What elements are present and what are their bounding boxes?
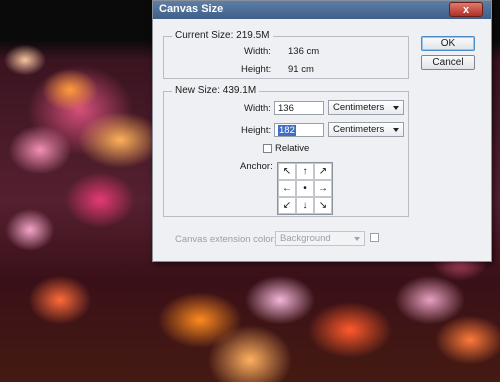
height-input-value: 182 <box>278 125 296 136</box>
height-input[interactable]: 182 <box>274 123 324 137</box>
extension-color-select[interactable]: Background <box>275 231 365 246</box>
arrow-down-icon: ↓ <box>302 200 308 211</box>
extension-color-label: Canvas extension color: <box>175 234 277 245</box>
close-icon: x <box>462 3 470 16</box>
new-size-title: New Size: 439.1M <box>172 85 260 96</box>
dot-icon: • <box>303 183 307 194</box>
new-width-label: Width: <box>244 103 271 114</box>
anchor-left[interactable]: ← <box>278 180 296 197</box>
canvas-size-dialog: Canvas Size x Current Size: 219.5M Width… <box>152 0 492 262</box>
arrow-down-left-icon: ↙ <box>282 200 292 211</box>
anchor-top-right[interactable]: ↗ <box>314 163 332 180</box>
new-height-label: Height: <box>241 125 272 136</box>
anchor-top[interactable]: ↑ <box>296 163 314 180</box>
extension-color-swatch[interactable] <box>370 233 379 242</box>
anchor-right[interactable]: → <box>314 180 332 197</box>
anchor-bottom[interactable]: ↓ <box>296 197 314 214</box>
arrow-up-left-icon: ↖ <box>282 166 292 177</box>
width-input-value: 136 <box>278 103 294 114</box>
ok-button[interactable]: OK <box>421 36 475 51</box>
title-bar[interactable]: Canvas Size x <box>153 1 491 19</box>
current-width-label: Width: <box>244 46 271 57</box>
cancel-button[interactable]: Cancel <box>421 55 475 70</box>
current-size-group: Current Size: 219.5M Width: 136 cm Heigh… <box>163 30 409 79</box>
arrow-down-right-icon: ↘ <box>318 200 328 211</box>
arrow-left-icon: ← <box>282 183 292 194</box>
relative-label: Relative <box>275 143 310 154</box>
chevron-down-icon <box>393 106 399 110</box>
anchor-label: Anchor: <box>240 161 273 172</box>
arrow-right-icon: → <box>318 183 328 194</box>
current-width-value: 136 cm <box>288 46 320 57</box>
arrow-up-right-icon: ↗ <box>318 166 328 177</box>
dialog-title: Canvas Size <box>159 3 224 15</box>
width-unit-select[interactable]: Centimeters <box>328 100 404 115</box>
anchor-grid: ↖ ↑ ↗ ← • → ↙ ↓ ↘ <box>277 162 333 215</box>
dialog-body: Current Size: 219.5M Width: 136 cm Heigh… <box>153 19 491 261</box>
anchor-bottom-right[interactable]: ↘ <box>314 197 332 214</box>
chevron-down-icon <box>393 128 399 132</box>
arrow-up-icon: ↑ <box>302 166 308 177</box>
current-size-title: Current Size: 219.5M <box>172 30 273 41</box>
chevron-down-icon <box>354 237 360 241</box>
current-height-value: 91 cm <box>288 64 314 75</box>
anchor-center[interactable]: • <box>296 180 314 197</box>
close-button[interactable]: x <box>449 2 483 17</box>
height-unit-value: Centimeters <box>333 124 385 135</box>
width-input[interactable]: 136 <box>274 101 324 115</box>
current-height-label: Height: <box>241 64 272 75</box>
anchor-bottom-left[interactable]: ↙ <box>278 197 296 214</box>
extension-color-value: Background <box>280 233 331 244</box>
height-unit-select[interactable]: Centimeters <box>328 122 404 137</box>
relative-checkbox[interactable] <box>263 144 272 153</box>
anchor-top-left[interactable]: ↖ <box>278 163 296 180</box>
width-unit-value: Centimeters <box>333 102 385 113</box>
